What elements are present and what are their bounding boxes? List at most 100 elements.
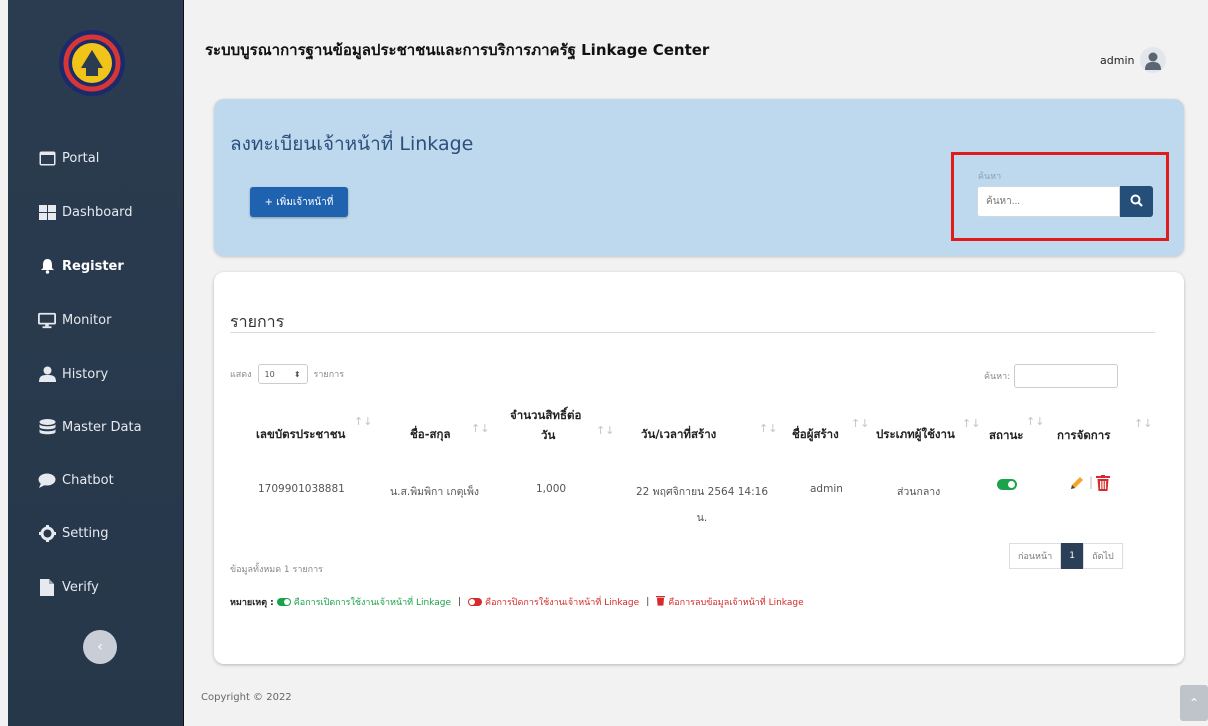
column-header-actions[interactable]: การจัดการ [1057,427,1110,445]
sidebar-item-verify[interactable]: Verify [38,576,99,598]
sidebar-item-label: Verify [62,579,99,595]
sort-icon[interactable]: ↑↓ [851,417,869,430]
table-filter: ค้นหา: [984,364,1119,388]
sidebar-item-label: Portal [62,150,100,166]
username: admin [1100,53,1135,67]
column-header-created[interactable]: วัน/เวลาที่สร้าง [641,426,716,444]
sidebar-item-master-data[interactable]: Master Data [38,416,142,438]
register-title: ลงทะเบียนเจ้าหน้าที่ Linkage [230,133,474,155]
legend-on: คือการเปิดการใช้งานเจ้าหน้าที่ Linkage [293,598,451,608]
sidebar-item-portal[interactable]: Portal [38,147,99,169]
column-header-id-card[interactable]: เลขบัตรประชาชน [256,426,345,444]
page-size-control: แสดง 10 ⬍ รายการ [230,364,344,384]
window-icon [38,149,56,167]
sidebar: Portal Dashboard Register Monitor Histor… [8,0,184,726]
user-icon [38,365,56,383]
legend-separator: | [458,597,462,607]
column-header-quota-unit[interactable]: วัน [541,427,555,445]
chevron-left-icon: ‹ [97,639,103,655]
search-label: ค้นหา [978,172,1002,182]
cell-created-line1: 22 พฤศจิกายน 2564 14:16 [635,486,769,498]
sort-updown-icon: ⬍ [293,369,301,379]
pagination-next[interactable]: ถัดไป [1083,543,1123,569]
show-prefix: แสดง [230,370,252,380]
sidebar-item-label: Master Data [62,419,142,435]
status-toggle[interactable] [997,479,1017,490]
cell-creator: admin [810,483,843,495]
sort-icon[interactable]: ↑↓ [354,415,372,428]
toggle-off-icon [468,598,483,606]
sort-icon[interactable]: ↑↓ [596,424,614,437]
legend-key: หมายเหตุ : [230,598,274,608]
legend-off: คือการปิดการใช้งานเจ้าหน้าที่ Linkage [485,598,640,608]
sidebar-item-label: Dashboard [62,204,133,220]
search-input[interactable] [977,186,1120,217]
grid-icon [38,203,56,221]
sort-icon[interactable]: ↑↓ [1134,417,1152,430]
delete-trash-icon[interactable] [1096,475,1110,495]
avatar[interactable] [1140,47,1167,73]
chevron-up-icon: ⌃ [1188,696,1200,710]
action-separator: | [1089,475,1094,489]
cell-quota: 1,000 [536,483,567,495]
logo [55,26,129,100]
gear-icon [38,524,56,542]
register-panel: ลงทะเบียนเจ้าหน้าที่ Linkage + เพิ่มเจ้า… [214,99,1184,256]
search-button[interactable] [1120,186,1153,217]
cell-name: น.ส.พิมพิกา เกตุเพ็ง [390,486,480,498]
monitor-icon [38,311,56,329]
sidebar-item-history[interactable]: History [38,363,108,385]
filter-label: ค้นหา: [984,372,1011,382]
show-suffix: รายการ [313,370,345,380]
sort-icon[interactable]: ↑↓ [962,417,980,430]
table-filter-input[interactable] [1014,364,1119,388]
file-icon [38,578,56,596]
sidebar-item-label: Register [62,258,124,274]
toggle-on-icon [276,598,291,606]
column-header-user-type[interactable]: ประเภทผู้ใช้งาน [876,426,955,444]
sidebar-item-setting[interactable]: Setting [38,522,109,544]
sidebar-item-label: Chatbot [62,472,114,488]
column-header-creator[interactable]: ชื่อผู้สร้าง [792,426,839,444]
legend-separator: | [646,597,650,607]
column-header-status[interactable]: สถานะ [989,427,1023,445]
legend: หมายเหตุ : คือการเปิดการใช้งานเจ้าหน้าที… [230,595,804,609]
cell-user-type: ส่วนกลาง [897,486,941,498]
page-size-select[interactable]: 10 ⬍ [257,364,308,384]
sidebar-item-label: History [62,366,109,382]
sidebar-item-monitor[interactable]: Monitor [38,309,111,331]
copyright: Copyright © 2022 [201,692,292,703]
column-header-quota[interactable]: จำนวนสิทธิ์ต่อ [510,407,581,425]
sidebar-item-chatbot[interactable]: Chatbot [38,469,114,491]
sort-icon[interactable]: ↑↓ [759,422,777,435]
bell-icon [38,257,56,275]
sidebar-item-register[interactable]: Register [38,255,124,277]
sort-icon[interactable]: ↑↓ [1026,415,1044,428]
add-officer-button[interactable]: + เพิ่มเจ้าหน้าที่ [250,187,348,217]
pagination: ก่อนหน้า 1 ถัดไป [1009,543,1123,569]
user-menu[interactable]: admin [1100,47,1167,73]
sort-icon[interactable]: ↑↓ [471,422,489,435]
database-icon [38,418,56,436]
pagination-current[interactable]: 1 [1061,543,1084,569]
cell-created-line2: น. [696,512,708,524]
trash-icon [656,595,666,609]
column-header-name[interactable]: ชื่อ-สกุล [410,426,451,444]
cell-created: 22 พฤศจิกายน 2564 14:16 น. [622,483,782,526]
scroll-to-top-button[interactable]: ⌃ [1180,685,1208,721]
pagination-prev[interactable]: ก่อนหน้า [1009,543,1062,569]
table-summary: ข้อมูลทั้งหมด 1 รายการ [230,565,323,575]
chat-icon [38,471,56,489]
sidebar-collapse-button[interactable]: ‹ [83,630,117,664]
list-panel: รายการ แสดง 10 ⬍ รายการ ค้นหา: เลขบัตรปร… [214,272,1184,664]
edit-pencil-icon[interactable] [1069,475,1085,495]
page-title: ระบบบูรณาการฐานข้อมูลประชาชนและการบริการ… [205,41,710,59]
divider [230,332,1155,333]
legend-delete: คือการลบข้อมูลเจ้าหน้าที่ Linkage [668,598,804,608]
sidebar-item-dashboard[interactable]: Dashboard [38,201,133,223]
page-size-value: 10 [264,369,275,379]
sidebar-item-label: Monitor [62,312,112,328]
search-icon [1130,192,1143,211]
sidebar-item-label: Setting [62,525,109,541]
cell-id-card: 1709901038881 [258,483,345,495]
